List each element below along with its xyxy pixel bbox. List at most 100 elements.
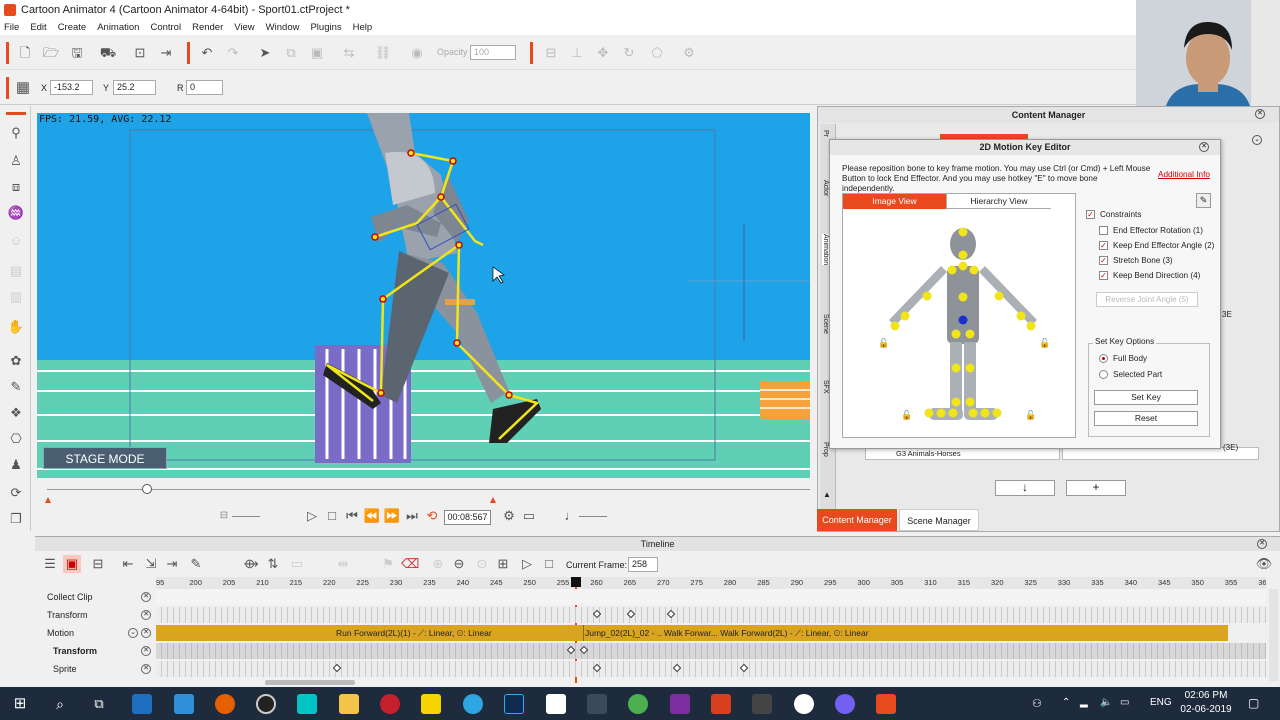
align-icon[interactable]: ⊟ xyxy=(542,44,560,62)
opacity-input[interactable]: 100 xyxy=(470,45,516,60)
time-scrubber-handle[interactable] xyxy=(142,484,152,494)
menu-control[interactable]: Control xyxy=(150,22,181,33)
sticky-notes-icon[interactable] xyxy=(421,694,441,714)
app-red-icon[interactable] xyxy=(380,694,400,714)
playhead-handle[interactable] xyxy=(571,577,581,587)
prev-frame-icon[interactable]: ⏪ xyxy=(363,507,381,525)
tray-chevron-icon[interactable]: ⌃ xyxy=(1062,697,1070,708)
search-icon[interactable]: ⌕ xyxy=(50,694,70,714)
camera-icon[interactable]: ⎔ xyxy=(7,430,25,448)
audition-icon[interactable] xyxy=(297,694,317,714)
horizontal-scrollbar[interactable] xyxy=(265,680,355,685)
track-remove-icon[interactable]: ✕ xyxy=(141,628,151,638)
battery-icon[interactable]: ▭ xyxy=(1120,697,1129,708)
app-w-icon[interactable] xyxy=(794,694,814,714)
menu-create[interactable]: Create xyxy=(58,22,87,33)
keyframe[interactable] xyxy=(672,663,682,673)
grid-icon[interactable]: ▦ xyxy=(14,79,32,97)
download-button[interactable]: ↓ xyxy=(995,480,1055,496)
import-icon[interactable]: ⊡ xyxy=(131,44,149,62)
open-file-icon[interactable]: 🗁 xyxy=(42,44,60,62)
vtab-sfx[interactable]: SFX xyxy=(822,380,829,394)
track-remove-icon[interactable]: ✕ xyxy=(141,592,151,602)
menu-animation[interactable]: Animation xyxy=(97,22,139,33)
photoshop-icon[interactable] xyxy=(504,694,524,714)
set-key-button[interactable]: Set Key xyxy=(1094,390,1198,405)
motion-clip-bar[interactable]: Run Forward(2L)(1) - ⟋: Linear, ⊙: Linea… xyxy=(156,625,1228,641)
dialog-close-icon[interactable]: ✕ xyxy=(1199,142,1209,152)
zoom-out-icon[interactable]: ⊖ xyxy=(450,555,468,573)
paste-icon[interactable]: ▣ xyxy=(308,44,326,62)
menu-window[interactable]: Window xyxy=(266,22,300,33)
tab-image-view[interactable]: Image View xyxy=(843,194,946,209)
windows-start-icon[interactable]: ⊞ xyxy=(10,694,30,714)
clip-icon[interactable]: ▭ xyxy=(288,555,306,573)
keyframe[interactable] xyxy=(626,609,636,619)
constraints-checkbox[interactable]: ✓ Constraints xyxy=(1086,210,1141,219)
shift-left-icon[interactable]: ⇤ xyxy=(119,555,137,573)
track-transform[interactable]: Transform ✕ xyxy=(35,606,1266,624)
keyframe[interactable] xyxy=(592,663,602,673)
keyframe[interactable] xyxy=(566,645,576,655)
play-icon[interactable]: ▷ xyxy=(303,507,321,525)
visibility-icon[interactable]: ◉ xyxy=(408,44,426,62)
select-arrow-icon[interactable]: ➤ xyxy=(256,44,274,62)
bone-figure[interactable]: 🔓 🔓 🔓 🔓 xyxy=(843,210,1075,438)
motion-icon[interactable]: ✎ xyxy=(7,378,25,396)
zoom-slider[interactable] xyxy=(232,516,260,517)
gear-icon[interactable]: ⚙ xyxy=(500,507,518,525)
system-clock[interactable]: 02:06 PM 02-06-2019 xyxy=(1176,689,1236,717)
fit-icon[interactable]: ⊞ xyxy=(494,555,512,573)
spring-icon[interactable]: ✿ xyxy=(7,352,25,370)
track-list-icon[interactable]: ☰ xyxy=(41,555,59,573)
delete-key-icon[interactable]: ⌫ xyxy=(401,555,419,573)
reset-button[interactable]: Reset xyxy=(1094,411,1198,426)
tab-scene-manager[interactable]: Scene Manager xyxy=(899,509,979,531)
people-icon[interactable]: ⚇ xyxy=(1032,697,1042,710)
export-icon[interactable]: ⇥ xyxy=(157,44,175,62)
new-file-icon[interactable]: 🗋 xyxy=(16,44,34,62)
vertical-scrollbar[interactable] xyxy=(1269,589,1278,681)
menu-help[interactable]: Help xyxy=(353,22,373,33)
track-remove-icon[interactable]: ✕ xyxy=(141,646,151,656)
x-input[interactable]: -153.2 xyxy=(50,80,93,95)
eye-icon[interactable]: 👁 xyxy=(1255,555,1273,573)
track-remove-icon[interactable]: ✕ xyxy=(141,610,151,620)
menu-view[interactable]: View xyxy=(234,22,254,33)
menu-edit[interactable]: Edit xyxy=(30,22,46,33)
track-remove-icon[interactable]: ✕ xyxy=(141,664,151,674)
rotate-icon[interactable]: ↻ xyxy=(620,44,638,62)
track-cells[interactable] xyxy=(156,607,1266,623)
additional-info-link[interactable]: Additional Info xyxy=(1158,170,1210,179)
stage-mode-button[interactable]: STAGE MODE xyxy=(43,447,167,469)
track-expand-icon[interactable]: ⌄ xyxy=(128,628,138,638)
full-body-radio[interactable]: Full Body xyxy=(1099,354,1147,363)
keep-end-effector-angle-option[interactable]: ✓ Keep End Effector Angle (2) xyxy=(1099,241,1214,250)
tab-content-manager[interactable]: Content Manager xyxy=(817,509,897,531)
sort-icon[interactable]: ⇅ xyxy=(264,555,282,573)
chrome-icon[interactable] xyxy=(628,694,648,714)
task-view-icon[interactable]: ⧉ xyxy=(89,694,109,714)
track-cells[interactable] xyxy=(156,589,1266,605)
shift-right-icon[interactable]: ⇥ xyxy=(163,555,181,573)
vtab-scene[interactable]: Scene xyxy=(822,314,829,334)
motion-clip-1[interactable]: Run Forward(2L)(1) - ⟋: Linear, ⊙: Linea… xyxy=(336,625,492,641)
video-editor-icon[interactable] xyxy=(587,694,607,714)
close-icon[interactable]: ✕ xyxy=(1255,109,1265,119)
actor-icon[interactable]: ♙ xyxy=(7,152,25,170)
r-input[interactable]: 0 xyxy=(186,80,223,95)
track-transform-bold[interactable]: Transform ✕ xyxy=(35,642,1266,660)
stage-viewport[interactable]: FPS: 21.59, AVG: 22.12 STAGE MODE xyxy=(37,113,810,478)
insert-key-icon[interactable]: ⇲ xyxy=(142,555,160,573)
timeline-close-icon[interactable]: ✕ xyxy=(1257,539,1267,549)
vtab-animation[interactable]: Animation xyxy=(822,234,829,266)
pin-icon[interactable]: ⊥ xyxy=(568,44,586,62)
scroll-up-icon[interactable]: ▲ xyxy=(823,490,831,499)
link-icon[interactable]: ⛓ xyxy=(374,44,392,62)
settings-icon[interactable]: ⚙ xyxy=(680,44,698,62)
keep-bend-direction-option[interactable]: ✓ Keep Bend Direction (4) xyxy=(1099,271,1200,280)
zoom-icon[interactable]: ⊟ xyxy=(215,507,233,525)
menu-file[interactable]: File xyxy=(4,22,19,33)
media-icon[interactable] xyxy=(256,694,276,714)
reverse-joint-angle-button[interactable]: Reverse Joint Angle (5) xyxy=(1096,292,1198,307)
